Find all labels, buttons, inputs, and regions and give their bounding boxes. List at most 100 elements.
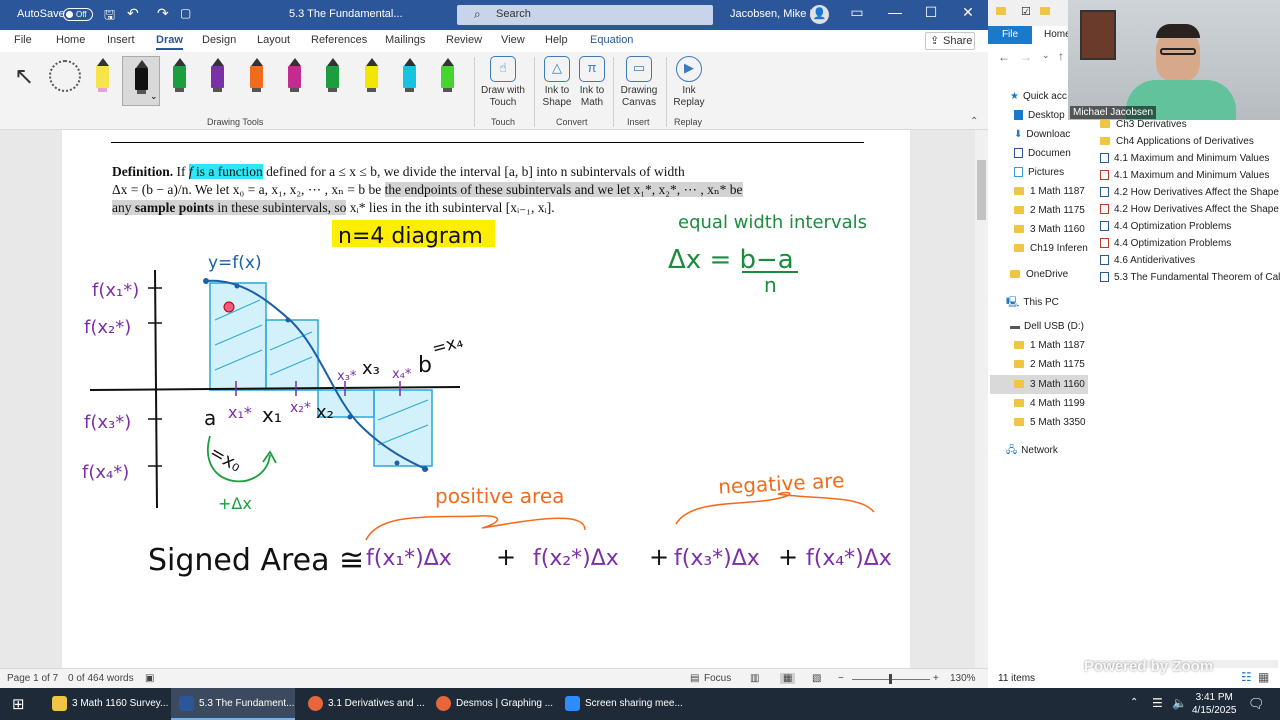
nav-documents[interactable]: Documen xyxy=(1014,148,1071,159)
up-icon[interactable]: ↑ xyxy=(1058,49,1064,63)
taskbar-clock[interactable]: 3:41 PM 4/15/2025 xyxy=(1192,691,1237,717)
x3-label: x₃ xyxy=(362,358,380,379)
term-3: f(x₃*)Δx xyxy=(674,546,760,571)
list-item-file[interactable]: 4.2 How Derivatives Affect the Shape o xyxy=(1100,204,1280,215)
notification-icon[interactable]: 🗨 xyxy=(1248,696,1265,712)
x2-label: x₂ xyxy=(316,402,334,423)
nav-quick-folder[interactable]: 2 Math 1175 xyxy=(1014,205,1085,216)
y-axis xyxy=(154,269,158,509)
pen-cursor-icon xyxy=(223,301,235,313)
taskbar-label: 5.3 The Fundament... xyxy=(199,698,295,709)
explorer-home-tab[interactable]: Home xyxy=(1044,29,1071,40)
file-label: Ch3 Derivatives xyxy=(1116,119,1187,130)
explorer-file-tab[interactable]: File xyxy=(988,26,1032,44)
nav-usb-drive[interactable]: ▬ Dell USB (D:) xyxy=(1010,321,1084,332)
nav-label: 2 Math 1175 xyxy=(1030,205,1085,216)
nav-quick-access[interactable]: ★ Quick acc xyxy=(1010,91,1067,102)
tray-chevron-icon[interactable]: ⌃ xyxy=(1130,697,1138,708)
nav-label: 4 Math 1199 xyxy=(1030,398,1085,409)
list-item-file[interactable]: 4.2 How Derivatives Affect the Shape o xyxy=(1100,187,1280,198)
nav-this-pc[interactable]: 🖳 This PC xyxy=(1006,295,1059,312)
x3-star-label: x₃* xyxy=(337,369,357,384)
bx4-label: =x₄ xyxy=(430,332,465,359)
nav-usb-folder[interactable]: 1 Math 1187 xyxy=(1014,340,1085,351)
list-item-folder[interactable]: Ch3 Derivatives xyxy=(1100,119,1187,130)
file-label: 4.6 Antiderivatives xyxy=(1114,255,1196,266)
x4-star-label: x₄* xyxy=(392,367,412,382)
taskbar-item-firefox[interactable]: 3.1 Derivatives and ... xyxy=(300,688,425,720)
list-item-folder[interactable]: Ch4 Applications of Derivatives xyxy=(1100,136,1254,147)
equal-width-note: equal width intervals xyxy=(678,212,867,233)
taskbar-label: Desmos | Graphing ... xyxy=(456,698,554,709)
glasses-icon xyxy=(1160,48,1196,55)
nav-quick-folder[interactable]: 3 Math 1160 xyxy=(1014,224,1085,235)
nav-label: This PC xyxy=(1023,297,1059,308)
windows-start-icon[interactable]: ⊞ xyxy=(12,695,25,713)
nav-quick-folder[interactable]: Ch19 Inferen xyxy=(1014,243,1088,254)
nav-quick-folder[interactable]: 1 Math 1187 xyxy=(1014,186,1085,197)
nav-usb-folder[interactable]: 4 Math 1199 xyxy=(1014,398,1085,409)
webcam-video xyxy=(1068,0,1280,120)
nav-desktop[interactable]: Desktop xyxy=(1014,110,1065,121)
webcam-name-label: Michael Jacobsen xyxy=(1070,106,1157,119)
firefox-icon xyxy=(308,696,323,711)
volume-icon[interactable]: 🔈 xyxy=(1172,696,1187,710)
item-count: 11 items xyxy=(998,673,1036,684)
nav-label: Ch19 Inferen xyxy=(1030,243,1088,254)
taskbar-item-explorer[interactable]: 3 Math 1160 Survey... xyxy=(44,688,169,720)
network-icon[interactable]: ☰ xyxy=(1152,696,1163,710)
positive-area-brace xyxy=(365,515,586,541)
fx4-label: f(x₄*) xyxy=(82,462,129,483)
taskbar-item-zoom[interactable]: Screen sharing mee... xyxy=(557,688,683,720)
taskbar: ⊞ 3 Math 1160 Survey... 5.3 The Fundamen… xyxy=(0,688,1280,720)
list-item-file[interactable]: 4.1 Maximum and Minimum Values xyxy=(1100,170,1269,181)
properties-icon[interactable]: ☑ xyxy=(1021,5,1031,18)
nav-label: 3 Math 1160 xyxy=(1030,224,1085,235)
list-item-file[interactable]: 4.6 Antiderivatives xyxy=(1100,255,1195,266)
taskbar-item-desmos[interactable]: Desmos | Graphing ... xyxy=(428,688,554,720)
nav-pictures[interactable]: Pictures xyxy=(1014,167,1064,178)
nav-label: Pictures xyxy=(1028,167,1065,178)
details-view-icon[interactable]: ☷ xyxy=(1241,670,1252,684)
periodic-table-poster xyxy=(1080,10,1116,60)
nav-usb-folder[interactable]: 2 Math 1175 xyxy=(1014,359,1085,370)
folder-icon xyxy=(52,696,67,711)
nav-downloads[interactable]: ⬇ Downloac xyxy=(1014,129,1070,140)
forward-icon[interactable]: → xyxy=(1020,50,1032,64)
nav-usb-folder-selected[interactable]: 3 Math 1160 xyxy=(990,375,1088,394)
file-label: 4.4 Optimization Problems xyxy=(1114,221,1232,232)
back-icon[interactable]: ← xyxy=(998,50,1010,64)
b-label: b xyxy=(418,353,432,378)
star-icon: ★ xyxy=(1010,91,1019,102)
file-label: 4.4 Optimization Problems xyxy=(1114,238,1232,249)
a-label: a xyxy=(204,406,216,430)
nav-label: 3 Math 1160 xyxy=(1030,379,1085,390)
list-item-file[interactable]: 4.1 Maximum and Minimum Values xyxy=(1100,153,1269,164)
list-item-file[interactable]: 5.3 The Fundamental Theorem of Calc xyxy=(1100,272,1280,283)
network-icon: 🖧 xyxy=(1006,445,1018,456)
x1-label: x₁ xyxy=(262,403,282,427)
nav-onedrive[interactable]: OneDrive xyxy=(1010,269,1068,280)
term-1: f(x₁*)Δx xyxy=(366,546,452,571)
zoom-icon xyxy=(565,696,580,711)
nav-label: Quick acc xyxy=(1022,91,1067,102)
nav-label: 1 Math 1187 xyxy=(1030,340,1085,351)
plus-1: + xyxy=(496,543,516,571)
taskbar-label: Screen sharing mee... xyxy=(585,698,683,709)
nav-label: Desktop xyxy=(1028,110,1065,121)
word-icon xyxy=(179,696,194,711)
nav-usb-folder[interactable]: 5 Math 3350 xyxy=(1014,417,1086,428)
negative-area-brace xyxy=(675,491,875,525)
nav-label: Documen xyxy=(1028,148,1071,159)
rect-2 xyxy=(265,319,319,391)
tiles-view-icon[interactable]: ▦ xyxy=(1258,670,1269,684)
new-folder-icon[interactable] xyxy=(1040,6,1056,17)
list-item-file[interactable]: 4.4 Optimization Problems xyxy=(1100,221,1231,232)
nav-label: 5 Math 3350 xyxy=(1030,417,1086,428)
nav-network[interactable]: 🖧 Network xyxy=(1006,443,1058,460)
fx3-label: f(x₃*) xyxy=(84,412,131,433)
recent-dropdown-icon[interactable]: ⌄ xyxy=(1042,50,1050,61)
ink-layer: n=4 diagram equal width intervals Δx = b… xyxy=(82,212,892,578)
taskbar-item-word[interactable]: 5.3 The Fundament... xyxy=(171,688,295,720)
list-item-file[interactable]: 4.4 Optimization Problems xyxy=(1100,238,1231,249)
